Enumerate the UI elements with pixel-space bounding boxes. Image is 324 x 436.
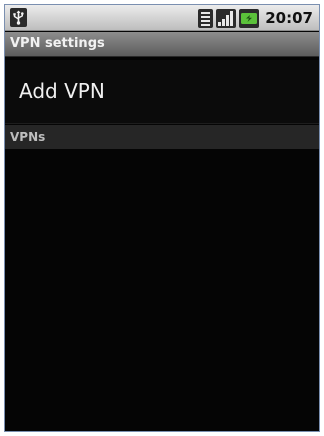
vpns-section-label: VPNs	[10, 130, 46, 144]
status-clock: 20:07	[265, 9, 313, 27]
vpns-section-header: VPNs	[5, 125, 319, 149]
vpn-list	[5, 149, 319, 431]
signal-icon	[216, 8, 237, 28]
battery-charging-icon	[239, 8, 260, 28]
status-icons: 20:07	[198, 8, 313, 28]
add-vpn-label: Add VPN	[19, 79, 105, 103]
status-bar[interactable]: 20:07	[5, 5, 319, 31]
add-vpn-item[interactable]: Add VPN	[5, 60, 319, 124]
phone-screen: 20:07 VPN settings Add VPN VPNs	[4, 4, 320, 432]
page-title: VPN settings	[10, 36, 105, 51]
wifi-icon	[198, 8, 214, 28]
title-bar: VPN settings	[5, 32, 319, 57]
usb-icon	[10, 8, 27, 27]
